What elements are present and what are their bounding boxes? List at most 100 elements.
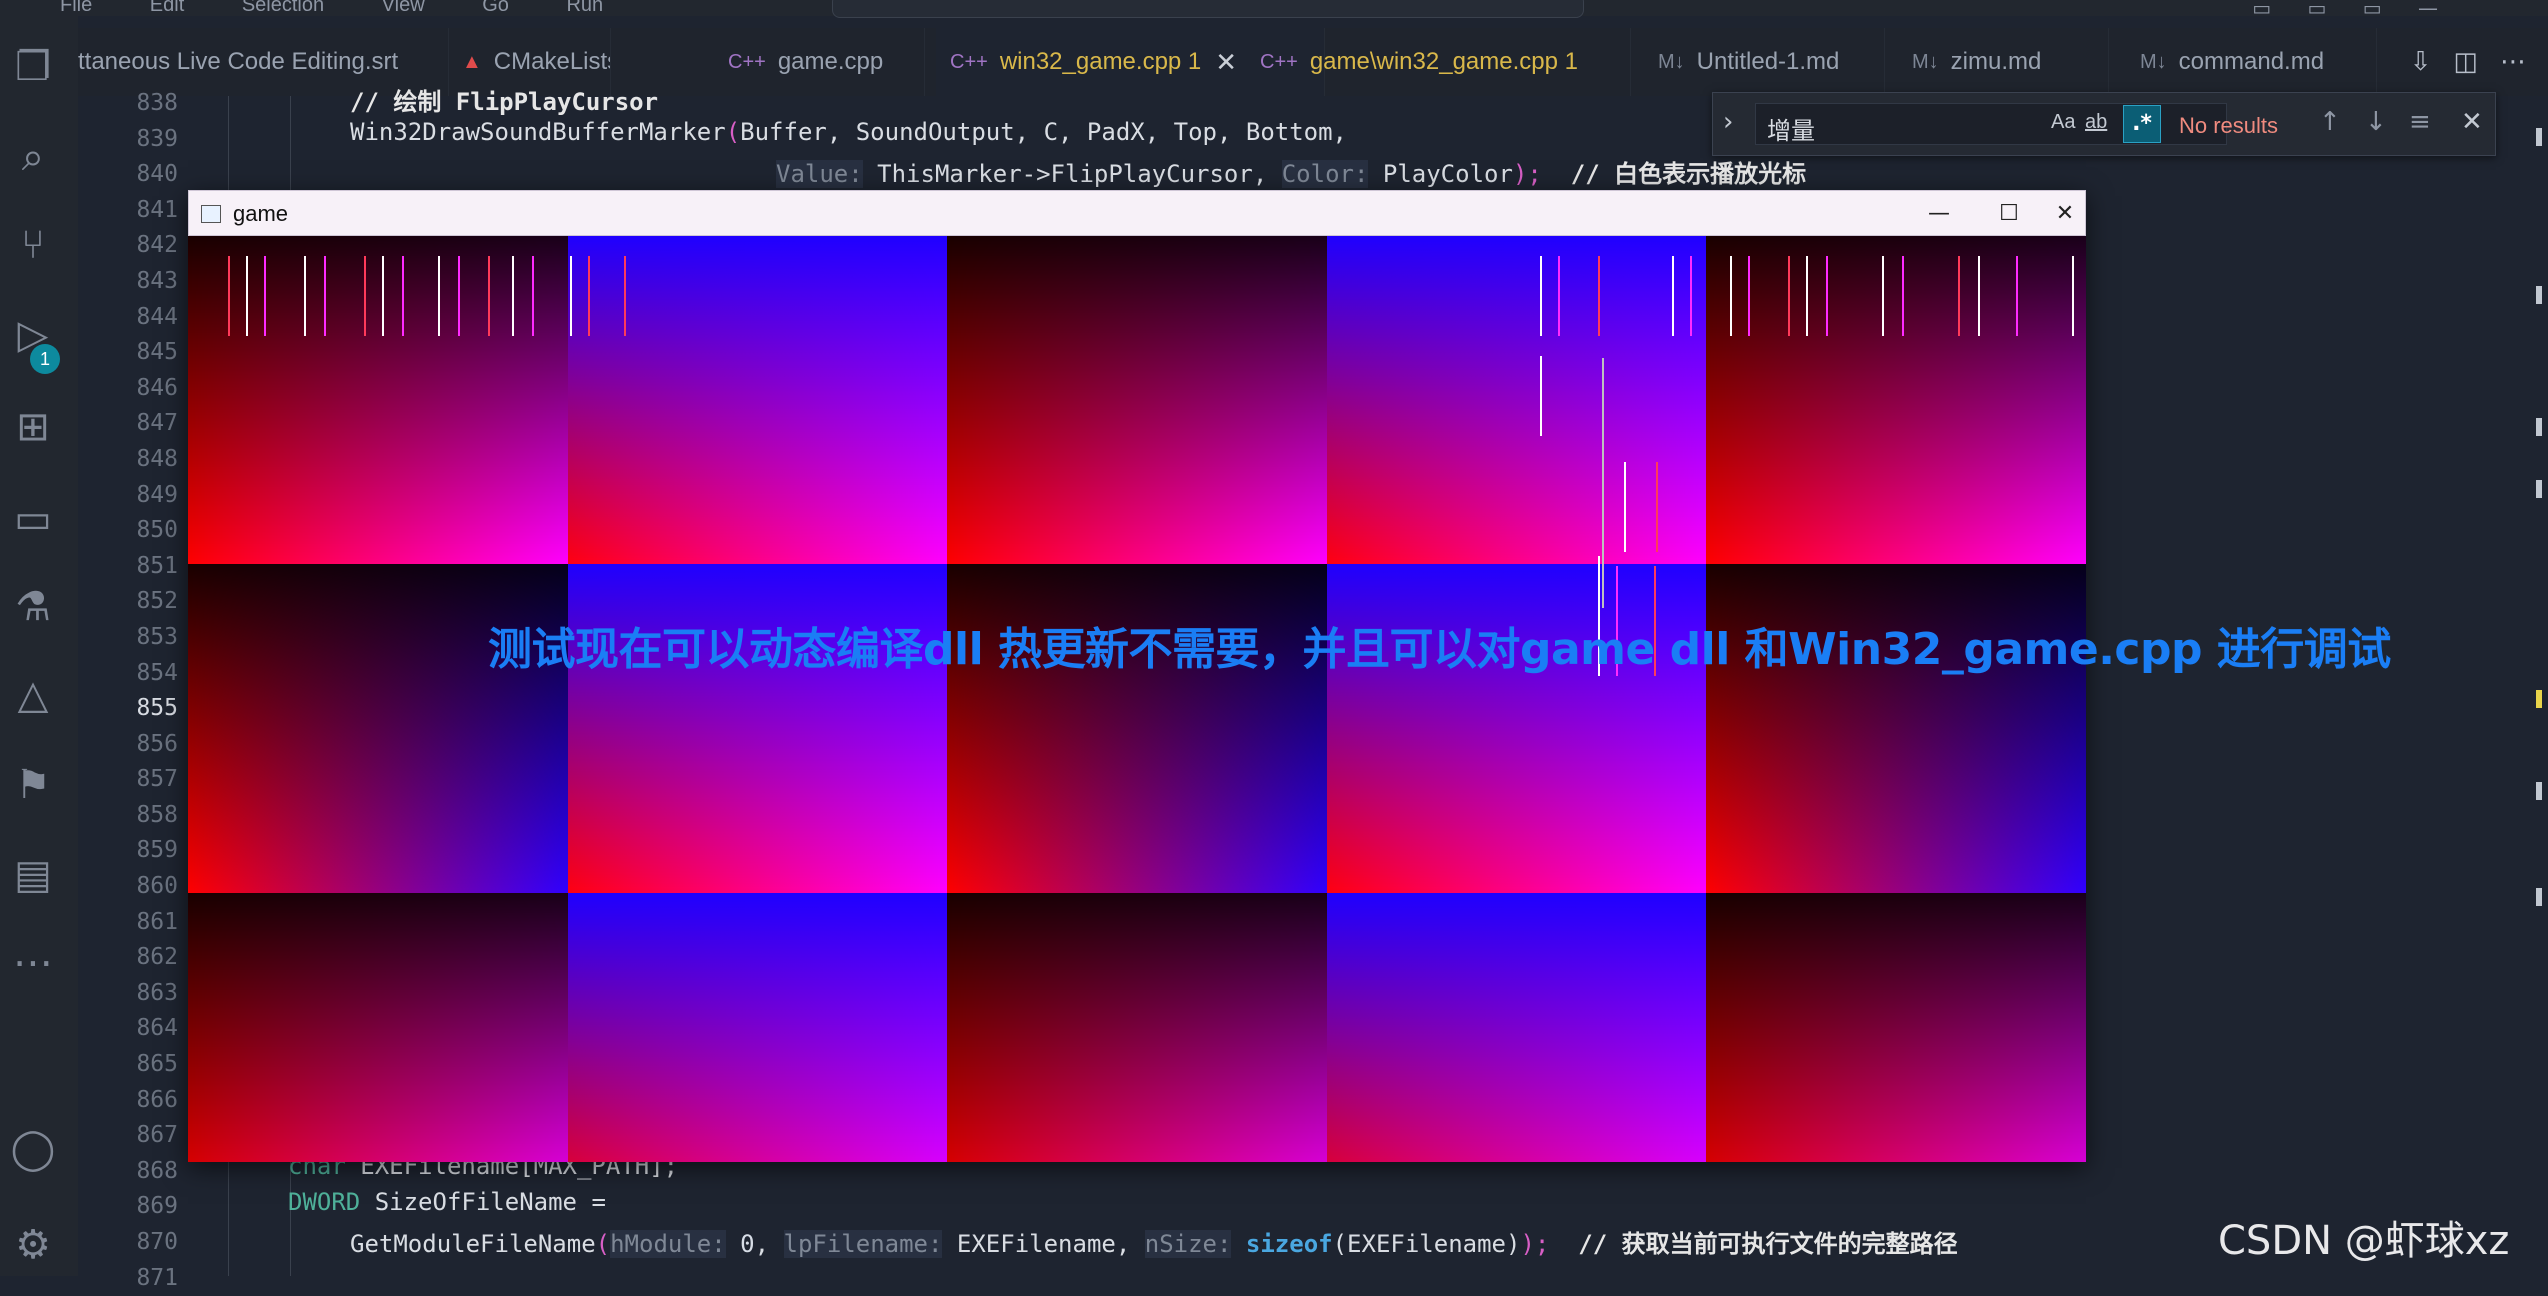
line-number: 839 <box>136 125 178 152</box>
find-in-selection-icon[interactable]: ≡ <box>2409 107 2431 137</box>
tab-command-md[interactable]: M↓ command.md <box>2126 28 2377 96</box>
tab-label: win32_game.cpp 1 <box>999 48 1202 75</box>
sound-cursor-marker <box>2016 256 2018 336</box>
markdown-file-icon: M↓ <box>2140 50 2167 73</box>
sound-cursor-marker <box>264 256 266 336</box>
render-tile <box>1706 236 2086 565</box>
scrollbar-marker <box>2536 782 2542 800</box>
caption-overlay: 测试现在可以动态编译dll 热更新不需要，并且可以对game dll 和Win3… <box>488 624 2391 675</box>
previous-match-icon[interactable]: ↑ <box>2319 107 2341 137</box>
cmake-file-icon: ▲ <box>462 50 482 73</box>
line-number: 865 <box>136 1051 178 1078</box>
scrollbar-marker <box>2536 690 2542 708</box>
match-case-toggle[interactable]: Aa <box>2051 111 2075 134</box>
extensions-icon[interactable]: ⊞ <box>0 404 66 450</box>
scrollbar-marker <box>2536 286 2542 304</box>
tab-label: CMakeLists.txt <box>493 48 610 75</box>
split-editor-icon[interactable]: ◫ <box>2453 47 2478 77</box>
testing-icon[interactable]: ⚗ <box>0 584 66 630</box>
explorer-icon[interactable]: ❐ <box>0 44 66 90</box>
window-controls: ▭ ▭ ▭ — <box>2222 0 2438 20</box>
cmake-icon[interactable]: △ <box>0 672 66 718</box>
cpp-file-icon: C++ <box>950 50 988 73</box>
line-number: 838 <box>136 90 178 116</box>
argument: (EXEFilename) <box>1332 1230 1521 1258</box>
tab-game-cpp[interactable]: C++ game.cpp <box>714 28 925 96</box>
close-icon[interactable]: ✕ <box>1215 47 1237 78</box>
render-tile <box>1326 892 1707 1162</box>
line-number: 854 <box>136 659 178 686</box>
sound-cursor-marker <box>1624 462 1626 552</box>
tab-label: game.cpp <box>777 48 884 75</box>
sound-cursor-marker <box>532 256 534 336</box>
settings-gear-icon[interactable]: ⚙ <box>0 1222 66 1268</box>
menu-view[interactable]: View <box>382 0 425 16</box>
argument: ThisMarker->FlipPlayCursor, <box>862 160 1282 188</box>
close-find-icon[interactable]: ✕ <box>2461 107 2483 137</box>
line-number: 851 <box>136 552 178 579</box>
code-line-839[interactable]: Win32DrawSoundBufferMarker(Buffer, Sound… <box>350 118 1347 146</box>
project-manager-icon[interactable]: ▤ <box>0 852 66 898</box>
menu-go[interactable]: Go <box>482 0 509 16</box>
line-number: 859 <box>136 837 178 864</box>
argument: EXEFilename, <box>942 1230 1145 1258</box>
sound-cursor-marker <box>1882 256 1884 336</box>
remote-explorer-icon[interactable]: ▭ <box>0 496 66 542</box>
whole-word-toggle[interactable]: ab <box>2085 111 2107 134</box>
line-number: 852 <box>136 588 178 615</box>
compare-icon[interactable]: ⇩ <box>2410 47 2432 77</box>
more-actions-icon[interactable]: ⋯ <box>2500 47 2526 77</box>
code-line-870[interactable]: GetModuleFileName(hModule: 0, lpFilename… <box>350 1224 1958 1259</box>
tab-game-win32-game-cpp[interactable]: C++ game\win32_game.cpp 1 <box>1246 28 1631 96</box>
argument: 0 <box>725 1230 755 1258</box>
account-icon[interactable]: ◯ <box>0 1126 66 1172</box>
menu-file[interactable]: File <box>60 0 92 16</box>
sound-cursor-marker <box>1672 256 1674 336</box>
scrollbar-marker <box>2536 418 2542 436</box>
layout-panel-icon[interactable]: ▭ <box>2307 0 2326 20</box>
tab-label: game\win32_game.cpp 1 <box>1309 48 1578 75</box>
sound-cursor-marker <box>1806 256 1808 336</box>
app-icon <box>201 205 221 223</box>
layout-sidebar-icon[interactable]: ▭ <box>2363 0 2382 20</box>
find-query: 增量 <box>1767 117 1815 145</box>
menu-selection[interactable]: Selection <box>242 0 324 16</box>
paren-end: ); <box>1512 160 1542 188</box>
sound-cursor-marker <box>488 256 490 336</box>
tab-zimu-md[interactable]: M↓ zimu.md <box>1898 28 2109 96</box>
inlay-hint: nSize: <box>1144 1230 1232 1258</box>
tab-untitled-md[interactable]: M↓ Untitled-1.md <box>1644 28 1885 96</box>
scrollbar-marker <box>2536 888 2542 906</box>
line-number: 843 <box>136 267 178 294</box>
search-icon[interactable]: ⌕ <box>0 134 66 180</box>
regex-toggle[interactable]: .* <box>2123 105 2161 143</box>
argument: PlayColor <box>1368 160 1513 188</box>
sound-cursor-marker <box>1690 256 1692 336</box>
code-line-840[interactable]: Value: ThisMarker->FlipPlayCursor, Color… <box>776 154 1806 189</box>
source-control-icon[interactable]: ⑂ <box>0 222 66 268</box>
csdn-watermark: CSDN @虾球xz <box>2218 1218 2510 1264</box>
maximize-button[interactable]: ☐ <box>1979 195 2039 233</box>
code-line-838[interactable]: // 绘制 FlipPlayCursor <box>350 82 658 117</box>
next-match-icon[interactable]: ↓ <box>2365 107 2387 137</box>
command-center-search[interactable] <box>832 0 1584 18</box>
tab-label: zimu.md <box>1950 48 2042 75</box>
bookmarks-icon[interactable]: ⚑ <box>0 762 66 808</box>
game-title-bar[interactable]: game — ☐ ✕ <box>188 190 2086 236</box>
minimize-button[interactable]: — <box>1909 195 1969 233</box>
menu-run[interactable]: Run <box>566 0 603 16</box>
inlay-hint: Value: <box>776 160 863 188</box>
cpp-file-icon: C++ <box>728 50 766 73</box>
close-button[interactable]: ✕ <box>2035 195 2095 233</box>
minimize-icon[interactable]: — <box>2418 0 2438 20</box>
render-tile <box>1326 236 1707 565</box>
game-render-canvas[interactable] <box>188 236 2086 1162</box>
more-icon[interactable]: ⋯ <box>0 940 66 986</box>
layout-icon[interactable]: ▭ <box>2252 0 2271 20</box>
render-tile <box>567 892 948 1162</box>
sound-cursor-marker <box>2072 256 2074 336</box>
line-number: 844 <box>136 303 178 330</box>
code-line-869[interactable]: DWORD SizeOfFileName = <box>288 1188 606 1216</box>
toggle-replace-icon[interactable]: › <box>1723 107 1733 137</box>
menu-edit[interactable]: Edit <box>150 0 184 16</box>
